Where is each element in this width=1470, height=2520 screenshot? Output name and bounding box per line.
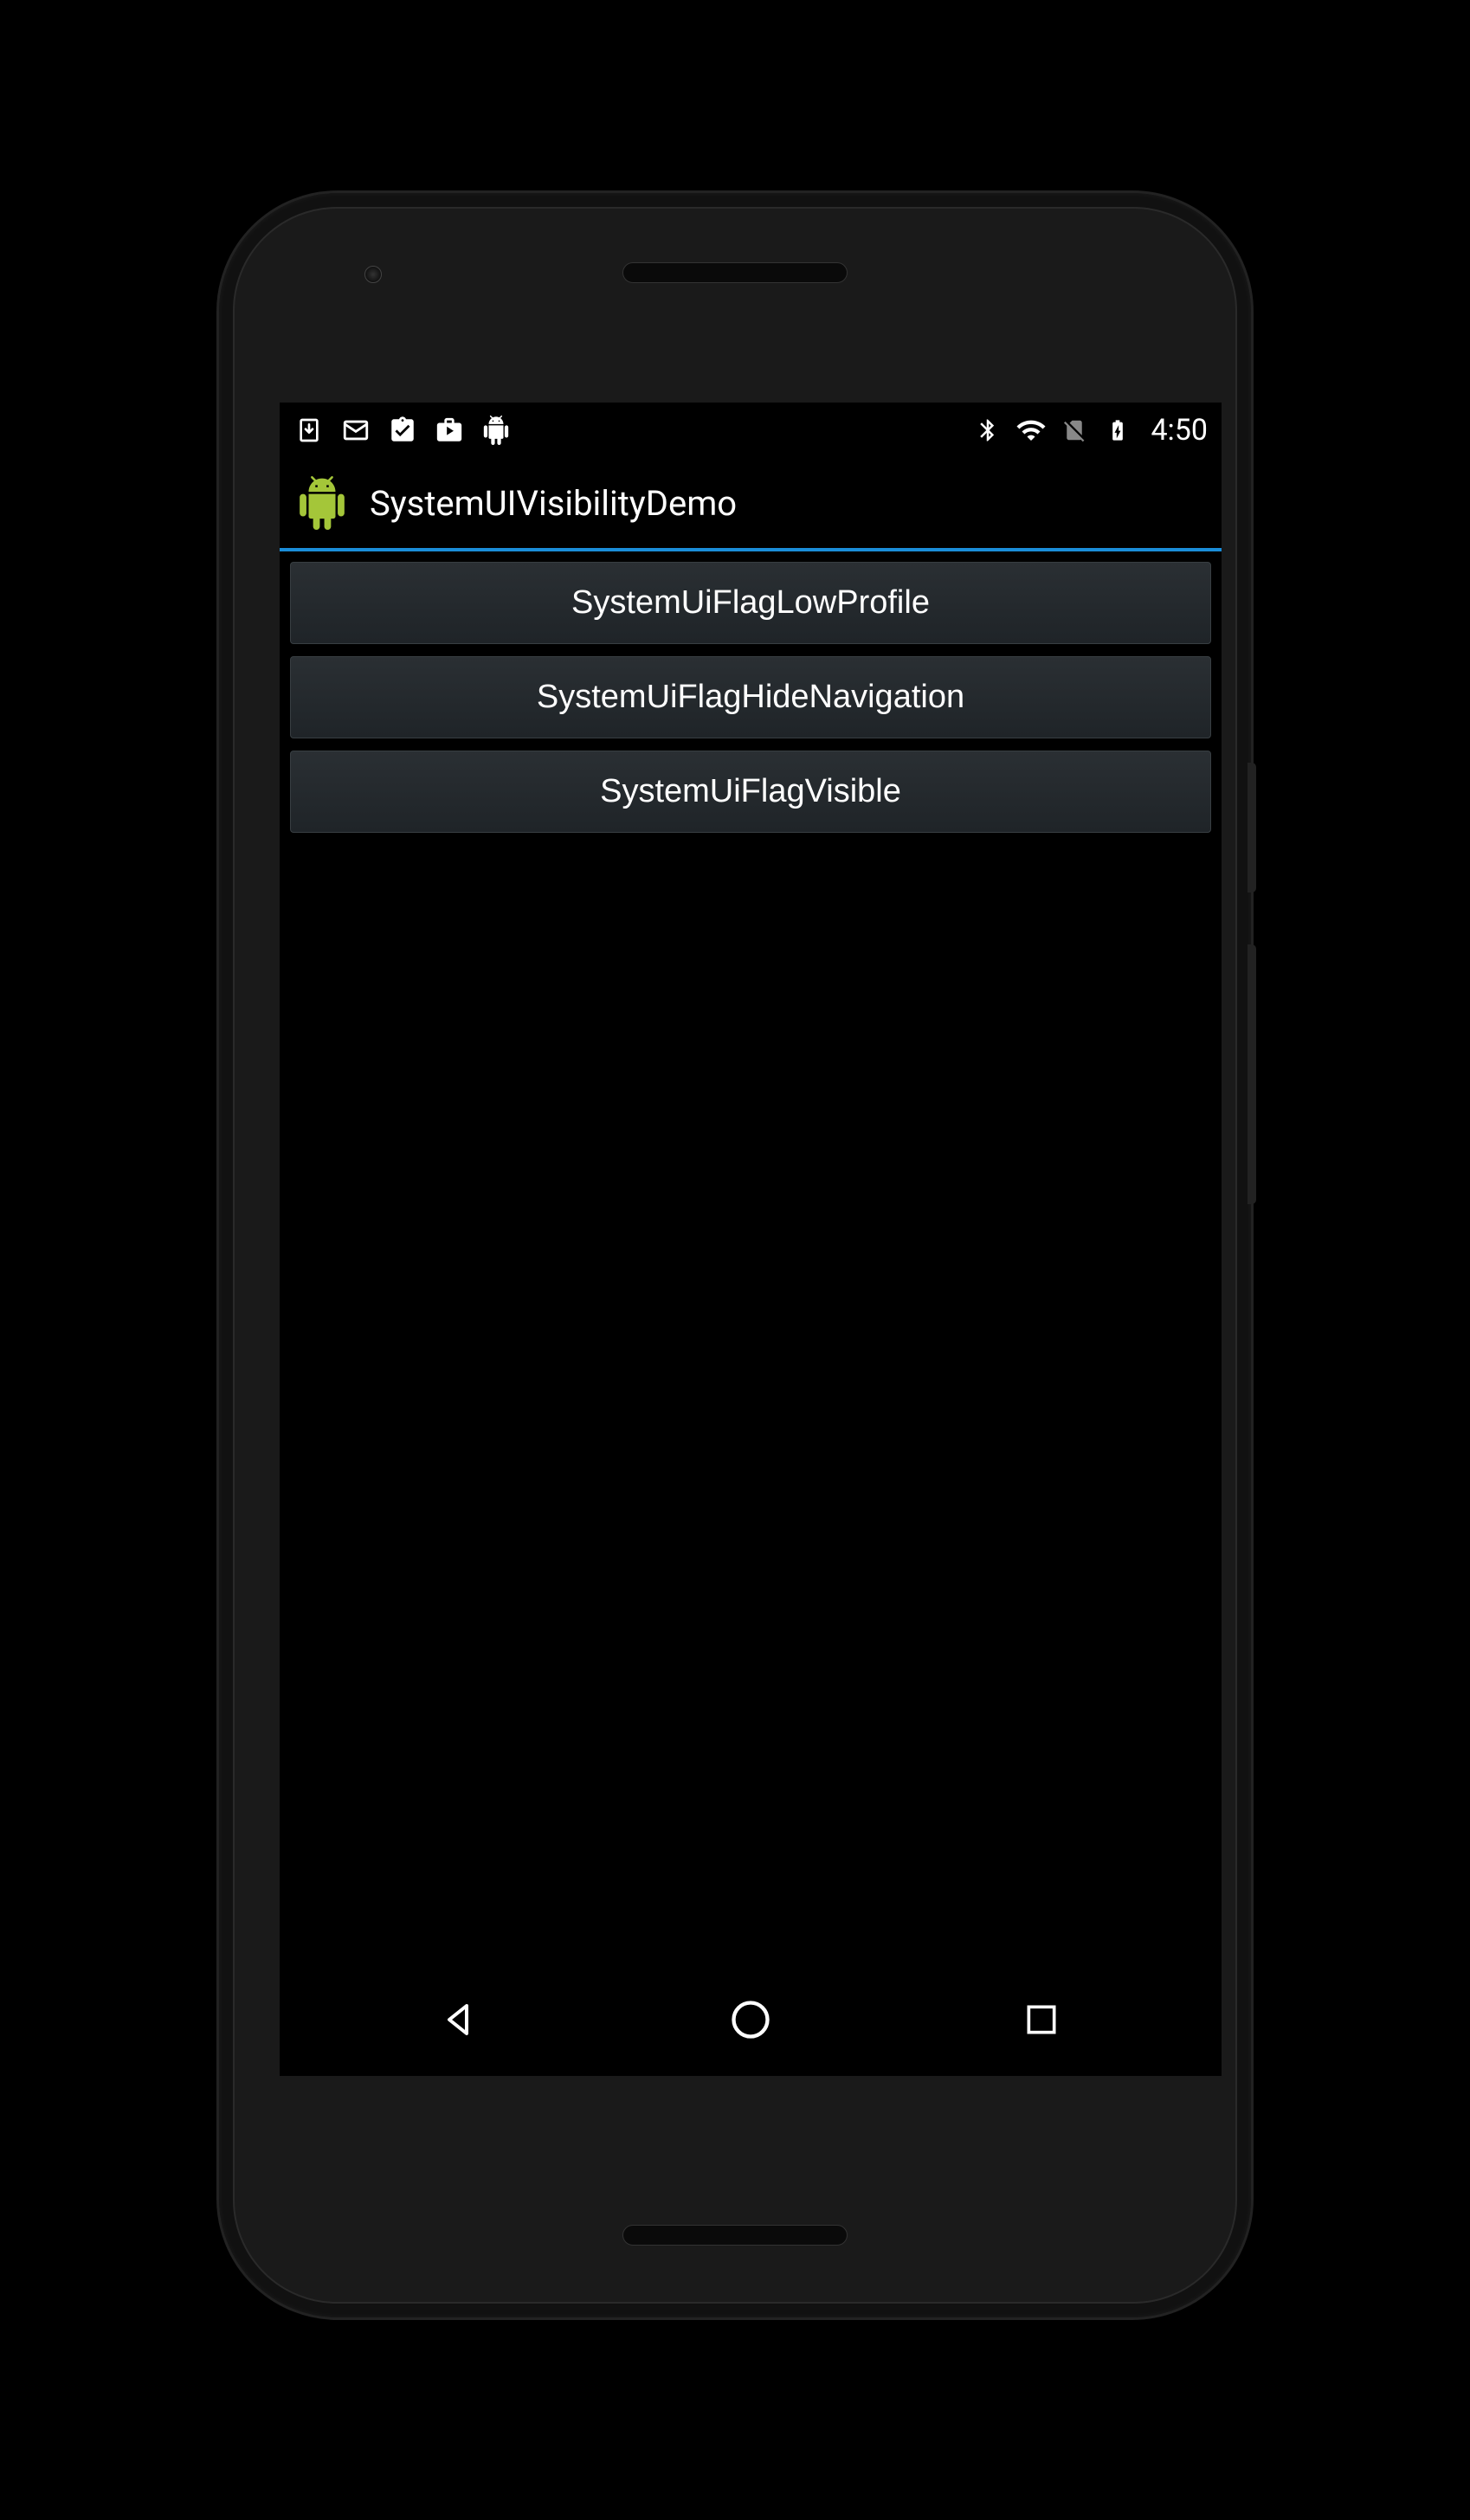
android-debug-icon bbox=[480, 415, 512, 446]
battery-charging-icon bbox=[1102, 415, 1133, 446]
app-title: SystemUIVisibilityDemo bbox=[370, 483, 737, 524]
nav-home-button[interactable] bbox=[707, 1976, 794, 2063]
android-logo-icon bbox=[295, 476, 349, 530]
visible-button[interactable]: SystemUiFlagVisible bbox=[290, 751, 1211, 833]
status-bar: 4:50 bbox=[280, 403, 1222, 458]
navigation-bar bbox=[280, 1963, 1222, 2076]
action-bar: SystemUIVisibilityDemo bbox=[280, 458, 1222, 551]
clipboard-check-icon bbox=[387, 415, 418, 446]
low-profile-button[interactable]: SystemUiFlagLowProfile bbox=[290, 562, 1211, 644]
phone-screen: 4:50 SystemUIVisibilityDemo SystemUiFlag… bbox=[280, 403, 1222, 2076]
front-camera bbox=[364, 266, 382, 283]
play-briefcase-icon bbox=[434, 415, 465, 446]
download-icon bbox=[293, 415, 325, 446]
power-button bbox=[1248, 763, 1256, 893]
bluetooth-icon bbox=[972, 415, 1003, 446]
no-sim-icon bbox=[1059, 415, 1090, 446]
phone-device-frame: 4:50 SystemUIVisibilityDemo SystemUiFlag… bbox=[216, 190, 1254, 2320]
volume-button bbox=[1248, 944, 1256, 1204]
nav-back-button[interactable] bbox=[416, 1976, 503, 2063]
hide-navigation-button[interactable]: SystemUiFlagHideNavigation bbox=[290, 656, 1211, 738]
content-area: SystemUiFlagLowProfile SystemUiFlagHideN… bbox=[280, 551, 1222, 843]
speaker-top bbox=[622, 262, 848, 283]
status-bar-right: 4:50 bbox=[972, 413, 1208, 448]
status-bar-left bbox=[293, 415, 512, 446]
wifi-icon bbox=[1015, 415, 1047, 446]
mail-icon bbox=[340, 415, 371, 446]
nav-recent-button[interactable] bbox=[998, 1976, 1085, 2063]
speaker-bottom bbox=[622, 2225, 848, 2246]
phone-inner-frame: 4:50 SystemUIVisibilityDemo SystemUiFlag… bbox=[233, 207, 1237, 2304]
status-time: 4:50 bbox=[1151, 413, 1208, 448]
